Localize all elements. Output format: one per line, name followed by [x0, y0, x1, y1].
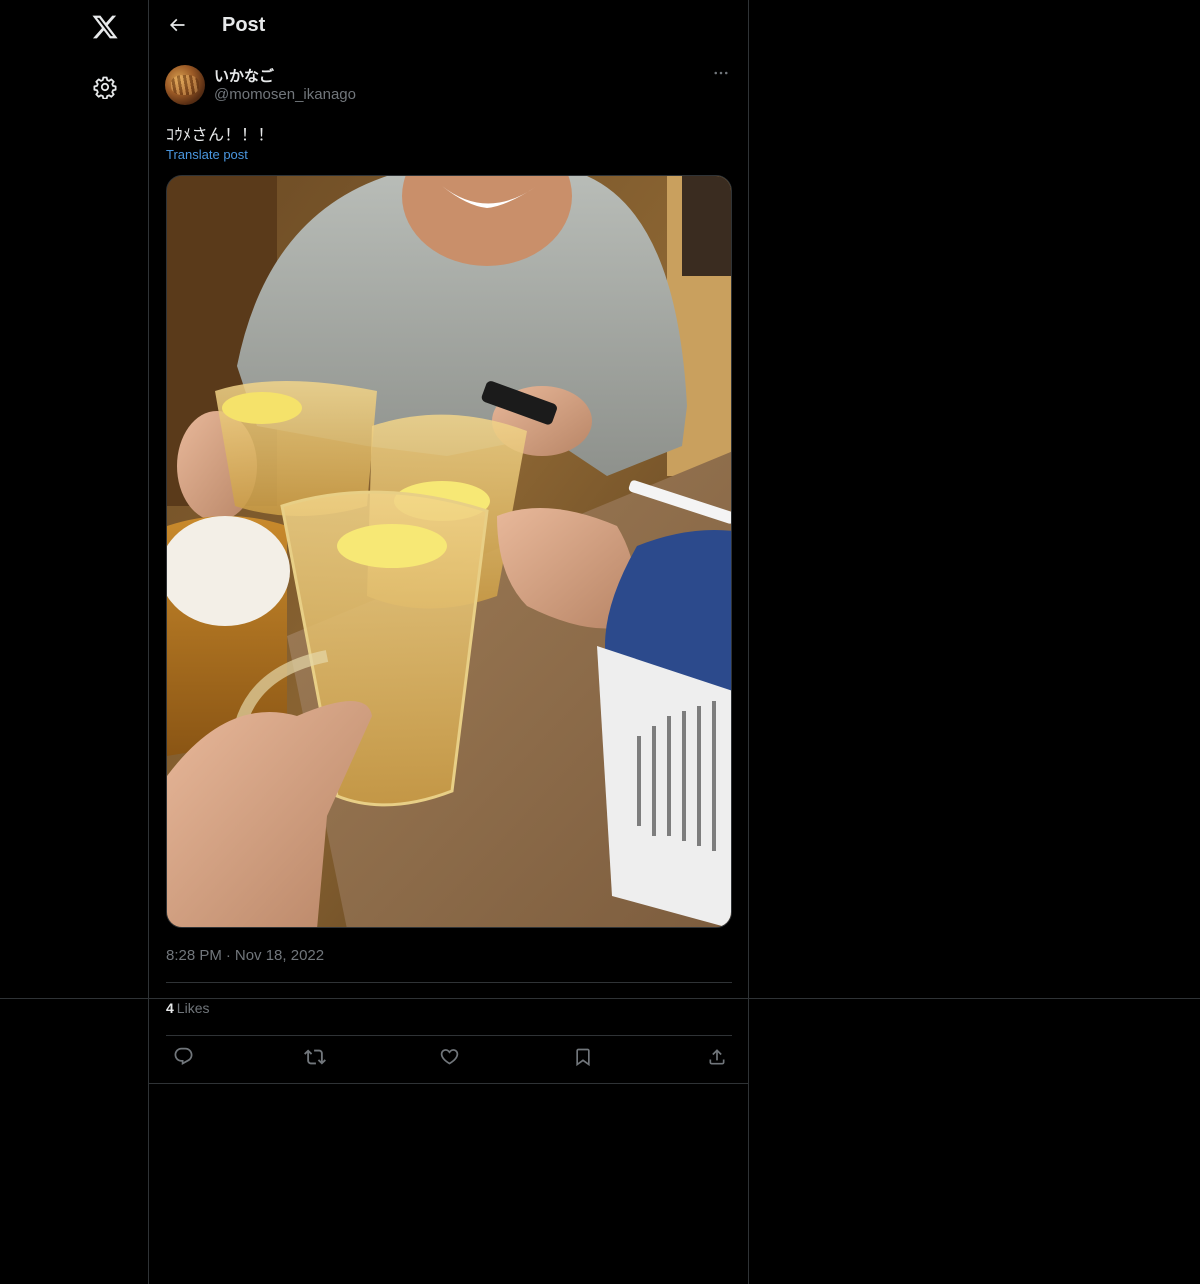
likes-count[interactable]: 4 Likes: [166, 1000, 209, 1016]
heart-icon: [439, 1046, 460, 1072]
back-button[interactable]: [161, 11, 193, 43]
bookmark-button[interactable]: [571, 1047, 595, 1071]
left-nav: [0, 0, 149, 1284]
share-icon: [707, 1047, 727, 1072]
ellipsis-icon: [712, 64, 730, 87]
more-options-button[interactable]: [709, 64, 733, 86]
page-title: Post: [222, 14, 266, 36]
post-timestamp[interactable]: 8:28 PM · Nov 18, 2022: [166, 947, 324, 964]
divider: [166, 982, 732, 983]
translate-post-link[interactable]: Translate post: [166, 147, 248, 162]
bookmark-icon: [573, 1047, 593, 1072]
gear-icon[interactable]: [88, 70, 122, 104]
avatar[interactable]: [165, 65, 205, 105]
timestamp-separator: ·: [225, 947, 231, 964]
divider: [166, 1035, 732, 1036]
author-display-name[interactable]: いかなご: [214, 65, 274, 86]
post-photo[interactable]: [166, 175, 732, 928]
main-column: Post いかなご @momosen_ikanago ｺｳﾒさん！！！ Tran…: [149, 0, 749, 1284]
author-handle[interactable]: @momosen_ikanago: [214, 86, 356, 103]
likes-label: Likes: [176, 1000, 210, 1016]
post-date: Nov 18, 2022: [234, 947, 325, 964]
divider: [0, 998, 1200, 999]
repost-icon: [304, 1046, 326, 1073]
likes-number: 4: [166, 1000, 174, 1016]
x-logo-icon[interactable]: [86, 8, 124, 46]
reply-icon: [173, 1046, 194, 1072]
page-header: Post: [149, 0, 748, 54]
post-time: 8:28 PM: [166, 947, 222, 964]
page: Post いかなご @momosen_ikanago ｺｳﾒさん！！！ Tran…: [0, 0, 1200, 1284]
post-actions: [166, 1044, 732, 1074]
post-text: ｺｳﾒさん！！！: [166, 125, 275, 144]
arrow-left-icon: [167, 15, 187, 40]
repost-button[interactable]: [303, 1047, 327, 1071]
photo-image: [167, 176, 731, 927]
reply-button[interactable]: [171, 1047, 195, 1071]
divider: [149, 1083, 748, 1084]
like-button[interactable]: [437, 1047, 461, 1071]
share-button[interactable]: [705, 1047, 729, 1071]
post-author: いかなご @momosen_ikanago: [165, 64, 733, 106]
